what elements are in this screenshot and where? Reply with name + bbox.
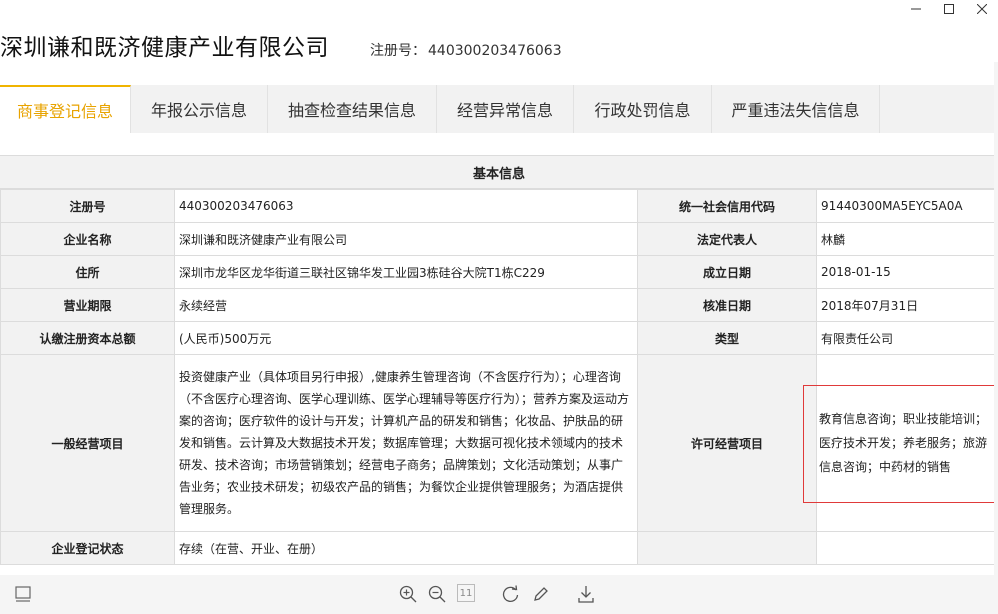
tab-bar: 商事登记信息 年报公示信息 抽查检查结果信息 经营异常信息 行政处罚信息 严重违… [0,85,998,133]
field-value: 深圳谦和既济健康产业有限公司 [174,222,638,256]
table-row: 企业登记状态 存续（在营、开业、在册） [0,531,998,565]
field-value: 存续（在营、开业、在册） [174,531,638,565]
basic-info-table: 基本信息 注册号 440300203476063 统一社会信用代码 914403… [0,155,998,565]
field-value: (人民币)500万元 [174,321,638,355]
page-title: 深圳谦和既济健康产业有限公司 [0,35,329,61]
field-value: 林麟 [816,222,998,256]
window-controls [899,0,998,18]
field-label [637,531,817,565]
maximize-icon[interactable] [932,0,965,18]
table-row: 注册号 440300203476063 统一社会信用代码 91440300MA5… [0,189,998,223]
section-title: 基本信息 [0,155,998,189]
field-value: 440300203476063 [174,189,638,223]
tab-inspection-results[interactable]: 抽查检查结果信息 [268,85,437,133]
page-indicator[interactable]: 11 [457,584,475,602]
business-scope-value: 投资健康产业（具体项目另行申报）,健康养生管理咨询（不含医疗行为）；心理咨询（不… [174,354,638,532]
table-row: 营业期限 永续经营 核准日期 2018年07月31日 [0,288,998,322]
tab-annual-report[interactable]: 年报公示信息 [131,85,268,133]
field-value: 2018年07月31日 [816,288,998,322]
field-label: 住所 [0,255,175,289]
info-grid: 注册号 440300203476063 统一社会信用代码 91440300MA5… [0,189,998,565]
field-value [816,531,998,565]
table-row: 企业名称 深圳谦和既济健康产业有限公司 法定代表人 林麟 [0,222,998,256]
edit-icon[interactable] [530,583,552,605]
field-label: 注册号 [0,189,175,223]
table-row: 一般经营项目 投资健康产业（具体项目另行申报）,健康养生管理咨询（不含医疗行为）… [0,354,998,532]
field-label: 成立日期 [637,255,817,289]
minimize-icon[interactable] [899,0,932,18]
zoom-out-icon[interactable] [426,583,448,605]
field-label: 许可经营项目 [637,354,817,532]
close-icon[interactable] [965,0,998,18]
registration-number: 注册号： 440300203476063 [370,40,562,60]
page-header: 深圳谦和既济健康产业有限公司 注册号： 440300203476063 [0,26,998,66]
field-label: 认缴注册资本总额 [0,321,175,355]
field-value: 永续经营 [174,288,638,322]
table-row: 认缴注册资本总额 (人民币)500万元 类型 有限责任公司 [0,321,998,355]
bottom-toolbar: 11 [0,575,998,614]
registration-label: 注册号： [370,43,426,59]
registration-value: 440300203476063 [428,43,562,59]
permit-scope-cell: 教育信息咨询；职业技能培训；医疗技术开发；养老服务；旅游信息咨询；中药材的销售 [803,354,998,532]
field-value: 有限责任公司 [816,321,998,355]
field-label: 统一社会信用代码 [637,189,817,223]
rotate-icon[interactable] [500,583,522,605]
field-value: 91440300MA5EYC5A0A [816,189,998,223]
vertical-scrollbar[interactable] [994,62,998,582]
tab-commercial-registration[interactable]: 商事登记信息 [0,85,131,133]
field-label: 类型 [637,321,817,355]
field-label: 营业期限 [0,288,175,322]
field-value: 2018-01-15 [816,255,998,289]
field-label: 企业名称 [0,222,175,256]
field-label: 核准日期 [637,288,817,322]
sidebar-toggle-icon[interactable] [12,583,34,605]
table-row: 住所 深圳市龙华区龙华街道三联社区锦华发工业园3栋硅谷大院T1栋C229 成立日… [0,255,998,289]
field-label: 法定代表人 [637,222,817,256]
tab-serious-violation[interactable]: 严重违法失信信息 [712,85,880,133]
permit-scope-value: 教育信息咨询；职业技能培训；医疗技术开发；养老服务；旅游信息咨询；中药材的销售 [819,412,988,474]
zoom-in-icon[interactable] [397,583,419,605]
tab-abnormal-operation[interactable]: 经营异常信息 [437,85,574,133]
field-label: 企业登记状态 [0,531,175,565]
field-value: 深圳市龙华区龙华街道三联社区锦华发工业园3栋硅谷大院T1栋C229 [174,255,638,289]
title-bar [0,0,998,18]
tab-administrative-penalty[interactable]: 行政处罚信息 [574,85,712,133]
download-icon[interactable] [575,583,597,605]
field-label: 一般经营项目 [0,354,175,532]
